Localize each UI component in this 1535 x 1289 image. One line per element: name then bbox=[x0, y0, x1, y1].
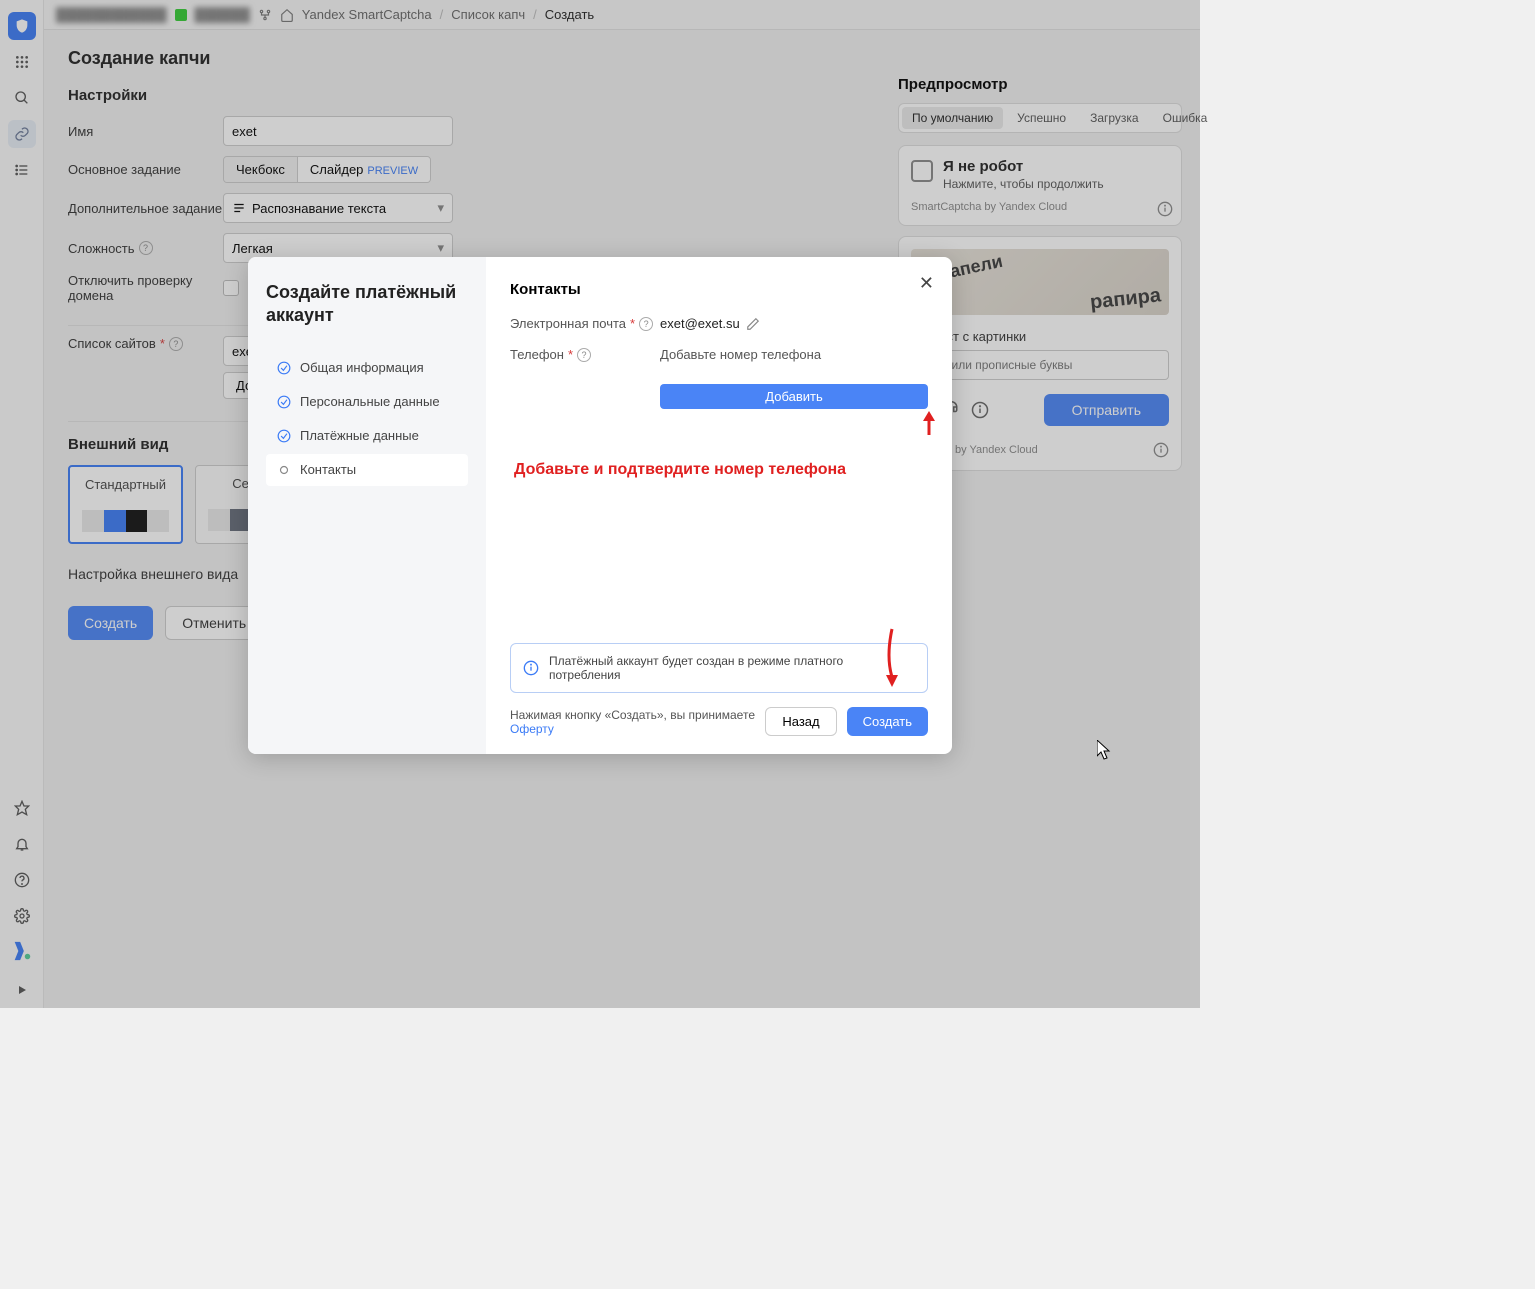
annotation-arrow-icon bbox=[920, 411, 938, 437]
info-icon bbox=[523, 660, 539, 676]
annotation-text: Добавьте и подтвердите номер телефона bbox=[514, 461, 928, 479]
step-personal[interactable]: Персональные данные bbox=[266, 386, 468, 418]
phone-hint: Добавьте номер телефона bbox=[660, 347, 821, 362]
close-icon[interactable]: ✕ bbox=[919, 273, 934, 294]
email-label: Электронная почта*? bbox=[510, 316, 660, 331]
pencil-icon[interactable] bbox=[746, 317, 760, 331]
help-icon[interactable]: ? bbox=[639, 317, 653, 331]
cursor-icon bbox=[1097, 740, 1113, 760]
modal-section-heading: Контакты bbox=[510, 281, 928, 298]
info-banner: Платёжный аккаунт будет создан в режиме … bbox=[510, 643, 928, 693]
modal-title: Создайте платёжный аккаунт bbox=[266, 281, 468, 328]
modal-sidebar: Создайте платёжный аккаунт Общая информа… bbox=[248, 257, 486, 754]
phone-label: Телефон*? bbox=[510, 347, 660, 362]
terms-link[interactable]: Оферту bbox=[510, 722, 554, 736]
step-contacts[interactable]: Контакты bbox=[266, 454, 468, 486]
add-phone-button[interactable]: Добавить bbox=[660, 384, 928, 409]
modal-body: ✕ Контакты Электронная почта*? exet@exet… bbox=[486, 257, 952, 754]
billing-modal: Создайте платёжный аккаунт Общая информа… bbox=[248, 257, 952, 754]
annotation-arrow-icon bbox=[882, 627, 902, 687]
back-button[interactable]: Назад bbox=[765, 707, 836, 736]
step-general[interactable]: Общая информация bbox=[266, 352, 468, 384]
step-payment[interactable]: Платёжные данные bbox=[266, 420, 468, 452]
help-icon[interactable]: ? bbox=[577, 348, 591, 362]
email-value: exet@exet.su bbox=[660, 316, 740, 331]
modal-create-button[interactable]: Создать bbox=[847, 707, 928, 736]
terms-text: Нажимая кнопку «Создать», вы принимаете … bbox=[510, 708, 765, 736]
